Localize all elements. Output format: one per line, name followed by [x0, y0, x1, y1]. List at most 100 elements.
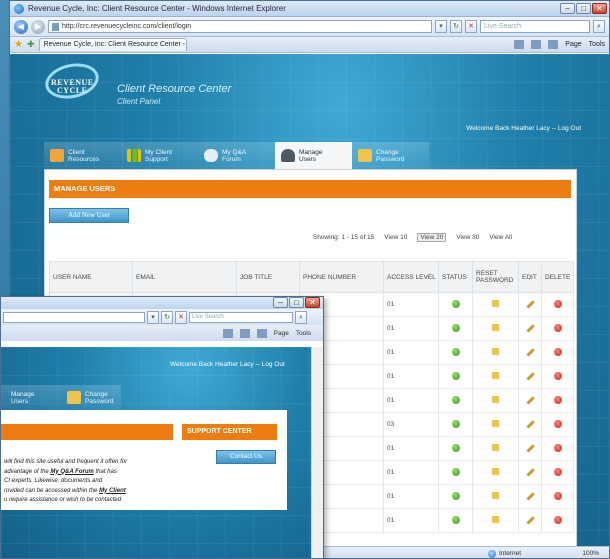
- col-job-title[interactable]: JOB TITLE: [236, 261, 300, 293]
- reset-padlock-icon[interactable]: [492, 492, 499, 499]
- close-icon[interactable]: ✕: [592, 3, 607, 14]
- edit-pencil-icon[interactable]: [525, 492, 535, 501]
- refresh-icon[interactable]: ↻: [450, 20, 462, 33]
- reset-padlock-icon[interactable]: [492, 396, 499, 403]
- dropdown-arrow-icon[interactable]: ▾: [435, 20, 447, 33]
- nav-label: Manage Users: [11, 390, 35, 405]
- forward-arrow-icon[interactable]: ▶: [31, 19, 45, 34]
- cell-access-level: 01: [383, 388, 439, 413]
- reset-padlock-icon[interactable]: [492, 516, 499, 523]
- contact-us-button[interactable]: Contact Us: [216, 450, 276, 464]
- nav-manage-users[interactable]: Manage Users: [1, 385, 61, 410]
- edit-pencil-icon[interactable]: [525, 396, 535, 405]
- search-icon[interactable]: ⌕: [593, 20, 605, 33]
- title-bar[interactable]: Revenue Cycle, Inc: Client Resource Cent…: [10, 1, 609, 17]
- feeds-icon[interactable]: [239, 328, 250, 338]
- minimize-icon[interactable]: –: [273, 297, 288, 308]
- revenue-cycle-logo[interactable]: REVENUE CYCLE: [42, 58, 103, 108]
- delete-icon[interactable]: [553, 491, 562, 500]
- minimize-icon[interactable]: –: [560, 3, 575, 14]
- tools-menu[interactable]: Tools: [296, 330, 311, 337]
- edit-pencil-icon[interactable]: [525, 516, 535, 525]
- add-new-user-button[interactable]: Add New User: [49, 208, 129, 223]
- browser-tab-active[interactable]: Revenue Cycle, Inc: Client Resource Cent…: [38, 38, 187, 51]
- edit-pencil-icon[interactable]: [525, 468, 535, 477]
- tools-menu[interactable]: Tools: [589, 41, 605, 48]
- delete-icon[interactable]: [553, 467, 562, 476]
- reset-padlock-icon[interactable]: [492, 348, 499, 355]
- col-status[interactable]: STATUS: [438, 261, 473, 293]
- col-email[interactable]: EMAIL: [132, 261, 237, 293]
- page-menu[interactable]: Page: [274, 330, 289, 337]
- page-menu[interactable]: Page: [565, 41, 581, 48]
- back-arrow-icon[interactable]: ◀: [14, 19, 28, 34]
- title-bar-secondary[interactable]: – □ ✕: [1, 297, 323, 309]
- address-input-secondary[interactable]: [3, 311, 145, 323]
- maximize-icon[interactable]: □: [576, 3, 591, 14]
- delete-icon[interactable]: [553, 395, 562, 404]
- delete-icon[interactable]: [553, 347, 562, 356]
- view-10-link[interactable]: View 10: [384, 234, 407, 241]
- delete-icon[interactable]: [553, 323, 562, 332]
- nav-qa-forum[interactable]: My Q&A Forum: [198, 142, 275, 169]
- close-icon[interactable]: ✕: [305, 297, 320, 308]
- edit-pencil-icon[interactable]: [525, 348, 535, 357]
- edit-pencil-icon[interactable]: [525, 372, 535, 381]
- view-30-link[interactable]: View 30: [456, 234, 479, 241]
- delete-icon[interactable]: [553, 419, 562, 428]
- search-icon[interactable]: ⌕: [295, 310, 307, 324]
- col-phone-number[interactable]: PHONE NUMBER: [299, 261, 384, 293]
- favorites-star-icon[interactable]: ★: [14, 39, 23, 50]
- delete-icon[interactable]: [553, 443, 562, 452]
- welcome-logout-link-secondary[interactable]: Welcome Back Heather Lacy -- Log Out: [170, 361, 285, 368]
- reset-padlock-icon[interactable]: [492, 468, 499, 475]
- nav-client-resources[interactable]: Client Resources: [44, 142, 121, 169]
- stop-icon[interactable]: ✕: [465, 20, 477, 33]
- nav-client-support[interactable]: My Client Support: [121, 142, 198, 169]
- home-icon[interactable]: [514, 40, 525, 49]
- col-edit[interactable]: EDIT: [518, 261, 542, 293]
- my-client-link[interactable]: My Client: [99, 488, 126, 494]
- col-reset-password[interactable]: RESET PASSWORD: [472, 261, 519, 293]
- add-favorite-icon[interactable]: ✚: [27, 39, 35, 50]
- search-input[interactable]: Live Search: [480, 20, 590, 33]
- address-input[interactable]: http://crc.revenuecycleinc.com/client/lo…: [48, 20, 432, 33]
- delete-icon[interactable]: [553, 299, 562, 308]
- cell-edit: [518, 364, 542, 389]
- site-title: Client Resource Center: [117, 83, 232, 95]
- col-access-level[interactable]: ACCESS LEVEL: [383, 261, 439, 293]
- zoom-level[interactable]: 100%: [582, 550, 599, 557]
- reset-padlock-icon[interactable]: [492, 444, 499, 451]
- reset-padlock-icon[interactable]: [492, 324, 499, 331]
- edit-pencil-icon[interactable]: [525, 420, 535, 429]
- reset-padlock-icon[interactable]: [492, 372, 499, 379]
- print-icon[interactable]: [548, 40, 559, 49]
- edit-pencil-icon[interactable]: [525, 300, 535, 309]
- view-20-link[interactable]: View 20: [417, 233, 447, 242]
- edit-pencil-icon[interactable]: [525, 324, 535, 333]
- padlock-icon: [67, 391, 81, 404]
- view-all-link[interactable]: View All: [489, 234, 512, 241]
- refresh-icon[interactable]: ↻: [161, 310, 173, 324]
- nav-manage-users[interactable]: Manage Users: [275, 142, 352, 169]
- delete-icon[interactable]: [553, 371, 562, 380]
- dropdown-arrow-icon[interactable]: ▾: [147, 310, 159, 324]
- reset-padlock-icon[interactable]: [492, 300, 499, 307]
- feeds-icon[interactable]: [531, 40, 542, 49]
- col-user-name[interactable]: USER NAME: [49, 261, 133, 293]
- qa-forum-link[interactable]: My Q&A Forum: [50, 469, 93, 475]
- welcome-logout-link[interactable]: Welcome Back Heather Lacy -- Log Out: [466, 125, 581, 132]
- reset-padlock-icon[interactable]: [492, 420, 499, 427]
- home-icon[interactable]: [222, 328, 233, 338]
- print-icon[interactable]: [256, 328, 267, 338]
- active-check-icon: [451, 515, 460, 524]
- vertical-scrollbar[interactable]: [311, 347, 323, 558]
- nav-change-password[interactable]: Change Password: [352, 142, 429, 169]
- search-input-secondary[interactable]: Live Search: [189, 311, 293, 323]
- maximize-icon[interactable]: □: [289, 297, 304, 308]
- edit-pencil-icon[interactable]: [525, 444, 535, 453]
- col-delete[interactable]: DELETE: [541, 261, 574, 293]
- delete-icon[interactable]: [553, 515, 562, 524]
- nav-change-password[interactable]: Change Password: [61, 385, 121, 410]
- stop-icon[interactable]: ✕: [175, 310, 187, 324]
